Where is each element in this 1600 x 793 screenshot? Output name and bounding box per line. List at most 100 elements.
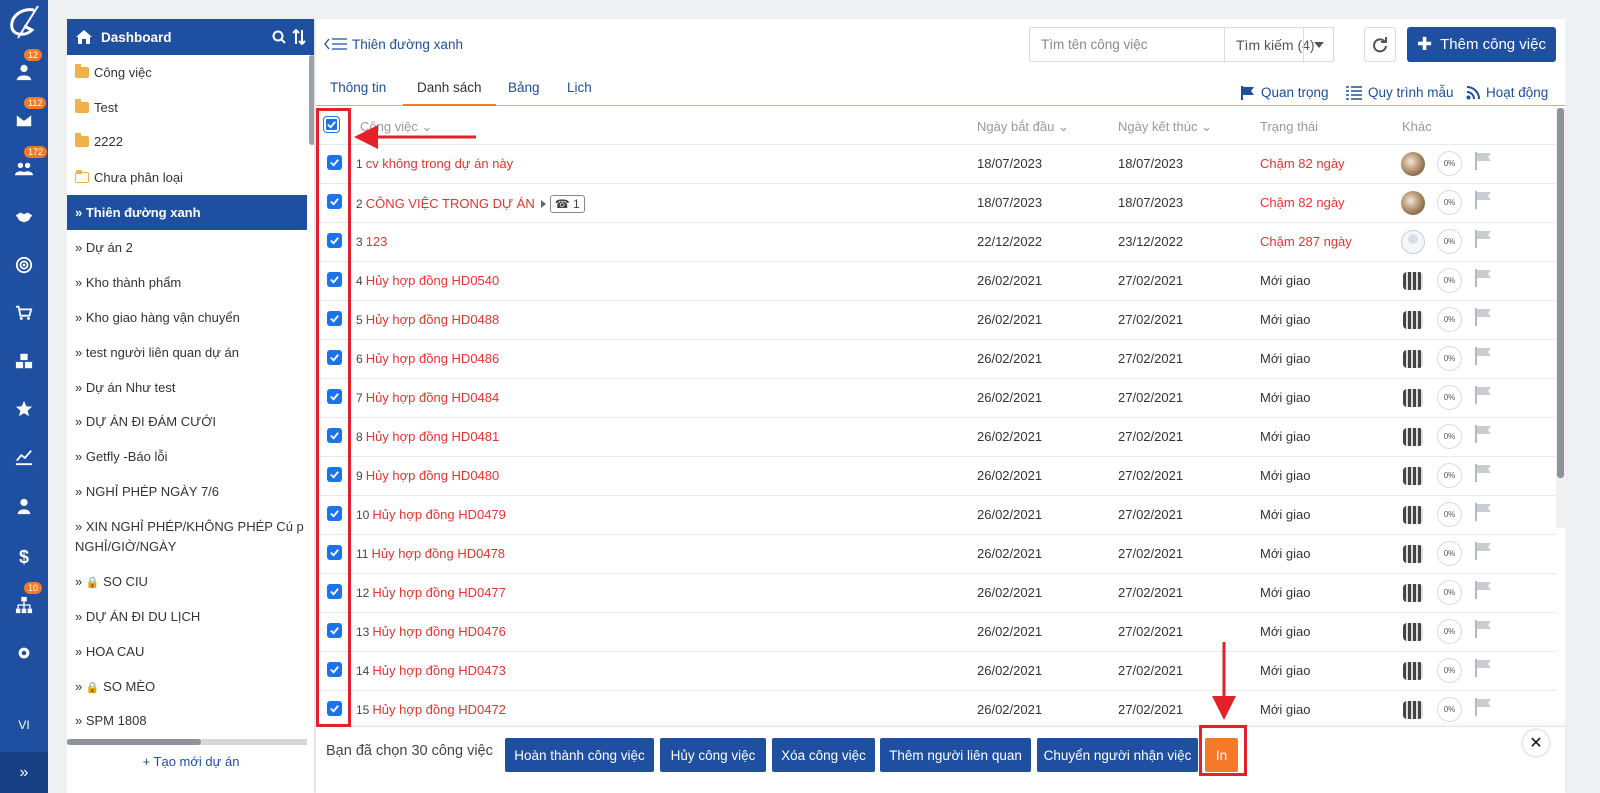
rail-user-icon[interactable]: 12: [0, 49, 48, 87]
flag-icon[interactable]: [1474, 620, 1494, 638]
new-project-link[interactable]: + Tạo mới dự án: [67, 754, 314, 769]
cancel-tasks-button[interactable]: Hủy công việc: [660, 738, 766, 772]
sort-icon[interactable]: [292, 29, 306, 45]
rail-org-icon[interactable]: 10: [0, 582, 48, 620]
avatar[interactable]: [1401, 191, 1425, 215]
avatar[interactable]: [1401, 464, 1425, 488]
table-row[interactable]: 11 Hủy hợp đồng HD0478 26/02/2021 27/02/202…: [316, 535, 1556, 574]
avatar[interactable]: [1401, 152, 1425, 176]
table-row[interactable]: 3 123 22/12/2022 23/12/2022 Chậm 287 ngày 0%: [316, 223, 1556, 262]
task-title[interactable]: Hủy hợp đồng HD0480: [366, 468, 500, 483]
task-name[interactable]: 13 Hủy hợp đồng HD0476: [356, 624, 506, 639]
table-row[interactable]: 2 CÔNG VIỆC TRONG DỰ ÁN ☎ 1 18/07/2023 18/07…: [316, 184, 1556, 223]
task-name[interactable]: 12 Hủy hợp đồng HD0477: [356, 585, 506, 600]
task-title[interactable]: cv không trong dự án này: [366, 156, 513, 171]
avatar[interactable]: [1401, 581, 1425, 605]
col-start[interactable]: Ngày bắt đầu ⌄: [977, 119, 1069, 135]
task-title[interactable]: CÔNG VIỆC TRONG DỰ ÁN: [366, 196, 535, 211]
task-title[interactable]: Hủy hợp đồng HD0486: [366, 351, 500, 366]
expand-rail-icon[interactable]: »: [0, 752, 48, 793]
breadcrumb[interactable]: Thiên đường xanh: [324, 36, 463, 52]
sidebar-item[interactable]: » XIN NGHỈ PHÉP/KHÔNG PHÉP Cú p NGHỈ/GIỜ…: [67, 517, 307, 557]
task-title[interactable]: Hủy hợp đồng HD0478: [371, 546, 505, 561]
task-title[interactable]: Hủy hợp đồng HD0488: [366, 312, 500, 327]
sidebar-item[interactable]: » SPM 1808: [67, 711, 307, 731]
table-row[interactable]: 4 Hủy hợp đồng HD0540 26/02/2021 27/02/2021…: [316, 262, 1556, 301]
rail-handshake-icon[interactable]: [0, 202, 48, 232]
sidebar-item[interactable]: » Kho thành phẩm: [67, 273, 307, 293]
sidebar-item[interactable]: » 🔒 SO CIU: [67, 572, 307, 593]
important-link[interactable]: Quan trọng: [1241, 85, 1329, 100]
task-name[interactable]: 1 cv không trong dự án này: [356, 156, 513, 171]
flag-icon[interactable]: [1474, 308, 1494, 326]
add-related-person-button[interactable]: Thêm người liên quan: [880, 738, 1031, 772]
task-name[interactable]: 5 Hủy hợp đồng HD0488: [356, 312, 499, 327]
task-name[interactable]: 9 Hủy hợp đồng HD0480: [356, 468, 499, 483]
task-name[interactable]: 3 123: [356, 234, 387, 249]
template-workflow-link[interactable]: Quy trình mẫu: [1346, 85, 1454, 100]
avatar[interactable]: [1401, 542, 1425, 566]
task-name[interactable]: 14 Hủy hợp đồng HD0473: [356, 663, 506, 678]
rail-star-icon[interactable]: [0, 394, 48, 424]
table-row[interactable]: 12 Hủy hợp đồng HD0477 26/02/2021 27/02/202…: [316, 574, 1556, 613]
flag-icon[interactable]: [1474, 698, 1494, 716]
sidebar-item[interactable]: Chưa phân loại: [67, 168, 307, 188]
avatar[interactable]: [1401, 503, 1425, 527]
task-title[interactable]: Hủy hợp đồng HD0472: [372, 702, 506, 717]
task-name[interactable]: 11 Hủy hợp đồng HD0478: [356, 546, 505, 561]
sidebar-scrollbar[interactable]: [309, 55, 314, 145]
avatar[interactable]: [1401, 620, 1425, 644]
flag-icon[interactable]: [1474, 542, 1494, 560]
sidebar-item[interactable]: Test: [67, 98, 307, 118]
breadcrumb-project[interactable]: Thiên đường xanh: [352, 37, 463, 52]
collapse-menu-icon[interactable]: [324, 36, 348, 52]
task-title[interactable]: Hủy hợp đồng HD0481: [366, 429, 500, 444]
task-title[interactable]: Hủy hợp đồng HD0473: [372, 663, 506, 678]
sidebar-item[interactable]: » DỰ ÁN ĐI ĐÁM CƯỚI: [67, 412, 307, 432]
sidebar-title[interactable]: Dashboard: [101, 30, 172, 45]
flag-icon[interactable]: [1474, 152, 1494, 170]
table-scrollbar[interactable]: [1556, 108, 1565, 528]
rail-person-icon[interactable]: [0, 491, 48, 521]
task-name[interactable]: 10 Hủy hợp đồng HD0479: [356, 507, 506, 522]
rail-inbox-icon[interactable]: 112: [0, 97, 48, 135]
sidebar-item[interactable]: » Thiên đường xanh: [67, 195, 307, 230]
add-task-button[interactable]: ✚ Thêm công việc: [1407, 27, 1556, 62]
task-name[interactable]: 4 Hủy hợp đồng HD0540: [356, 273, 499, 288]
col-end[interactable]: Ngày kết thúc ⌄: [1118, 119, 1212, 135]
tab-board[interactable]: Bảng: [494, 70, 554, 106]
rail-dollar-icon[interactable]: $: [0, 542, 48, 572]
rail-settings-icon[interactable]: [0, 638, 48, 668]
activity-link[interactable]: Hoạt động: [1466, 85, 1548, 100]
table-row[interactable]: 15 Hủy hợp đồng HD0472 26/02/2021 27/02/202…: [316, 691, 1556, 730]
avatar[interactable]: [1401, 269, 1425, 293]
table-row[interactable]: 13 Hủy hợp đồng HD0476 26/02/2021 27/02/202…: [316, 613, 1556, 652]
sidebar-item[interactable]: » NGHỈ PHÉP NGÀY 7/6: [67, 482, 307, 502]
table-row[interactable]: 8 Hủy hợp đồng HD0481 26/02/2021 27/02/2021…: [316, 418, 1556, 457]
task-name[interactable]: 15 Hủy hợp đồng HD0472: [356, 702, 506, 717]
avatar[interactable]: [1401, 308, 1425, 332]
flag-icon[interactable]: [1474, 269, 1494, 287]
flag-icon[interactable]: [1474, 230, 1494, 248]
close-icon[interactable]: ✕: [1523, 730, 1549, 756]
avatar[interactable]: [1401, 386, 1425, 410]
sidebar-item[interactable]: » 🔒 SO MÈO: [67, 677, 307, 698]
table-row[interactable]: 5 Hủy hợp đồng HD0488 26/02/2021 27/02/2021…: [316, 301, 1556, 340]
task-title[interactable]: Hủy hợp đồng HD0540: [366, 273, 500, 288]
task-title[interactable]: Hủy hợp đồng HD0476: [372, 624, 506, 639]
task-title[interactable]: Hủy hợp đồng HD0479: [372, 507, 506, 522]
transfer-assignee-button[interactable]: Chuyển người nhận việc: [1037, 738, 1198, 772]
rail-boxes-icon[interactable]: [0, 346, 48, 376]
avatar[interactable]: [1401, 230, 1425, 254]
sidebar-horizontal-scrollbar[interactable]: [67, 739, 307, 745]
table-row[interactable]: 1 cv không trong dự án này 18/07/2023 18/07…: [316, 145, 1556, 184]
avatar[interactable]: [1401, 698, 1425, 722]
task-name[interactable]: 2 CÔNG VIỆC TRONG DỰ ÁN ☎ 1: [356, 195, 585, 213]
search-button[interactable]: Tìm kiếm (4): [1225, 27, 1334, 62]
flag-icon[interactable]: [1474, 386, 1494, 404]
sidebar-item[interactable]: » test người liên quan dự án: [67, 343, 307, 363]
tab-list[interactable]: Danh sách: [403, 70, 496, 106]
chevron-down-icon[interactable]: [1303, 28, 1333, 61]
flag-icon[interactable]: [1474, 425, 1494, 443]
delete-tasks-button[interactable]: Xóa công việc: [772, 738, 875, 772]
